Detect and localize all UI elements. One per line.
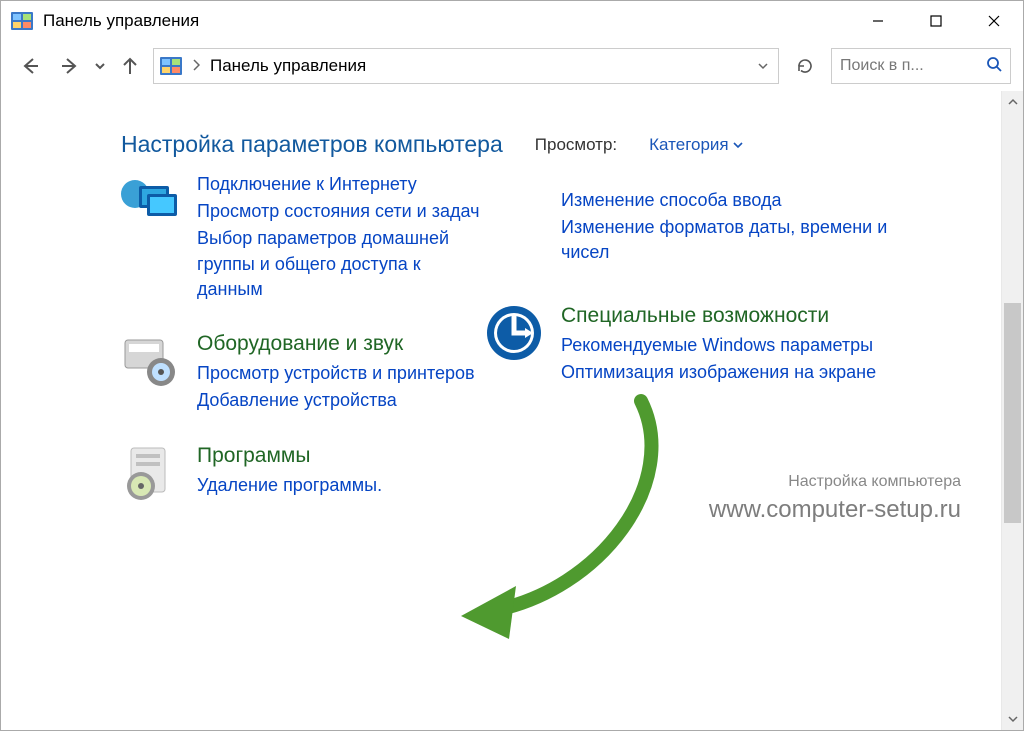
- link-change-date-formats[interactable]: Изменение форматов даты, времени и чисел: [561, 215, 891, 265]
- link-optimize-display[interactable]: Оптимизация изображения на экране: [561, 360, 891, 385]
- close-button[interactable]: [965, 1, 1023, 41]
- category-network: Подключение к Интернету Просмотр состоян…: [121, 172, 481, 304]
- maximize-button[interactable]: [907, 1, 965, 41]
- vertical-scrollbar[interactable]: [1001, 91, 1023, 730]
- link-add-device[interactable]: Добавление устройства: [197, 388, 481, 413]
- navbar: Панель управления Поиск в п...: [1, 41, 1023, 91]
- breadcrumb-icon: [160, 57, 182, 75]
- minimize-button[interactable]: [849, 1, 907, 41]
- history-dropdown-button[interactable]: [93, 49, 107, 83]
- search-input[interactable]: Поиск в п...: [831, 48, 1011, 84]
- programs-icon: [121, 444, 179, 502]
- link-network-status[interactable]: Просмотр состояния сети и задач: [197, 199, 481, 224]
- breadcrumb[interactable]: Панель управления: [153, 48, 779, 84]
- forward-button[interactable]: [53, 49, 87, 83]
- view-dropdown[interactable]: Категория: [649, 135, 742, 155]
- scroll-down-button[interactable]: [1002, 708, 1024, 730]
- scroll-track[interactable]: [1002, 113, 1023, 708]
- back-button[interactable]: [13, 49, 47, 83]
- scroll-up-button[interactable]: [1002, 91, 1024, 113]
- scroll-thumb[interactable]: [1004, 303, 1021, 523]
- category-hardware-title[interactable]: Оборудование и звук: [197, 330, 481, 357]
- search-placeholder: Поиск в п...: [840, 57, 924, 75]
- link-homegroup-sharing[interactable]: Выбор параметров домашней группы и общег…: [197, 226, 481, 302]
- top-links-group: Изменение способа ввода Изменение формат…: [561, 188, 891, 266]
- window-controls: [849, 1, 1023, 41]
- category-hardware: Оборудование и звук Просмотр устройств и…: [121, 330, 481, 416]
- link-connect-internet[interactable]: Подключение к Интернету: [197, 172, 481, 197]
- category-ease-of-access: Специальные возможности Рекомендуемые Wi…: [485, 302, 891, 388]
- window-title: Панель управления: [43, 11, 199, 31]
- category-ease-title[interactable]: Специальные возможности: [561, 302, 891, 329]
- search-icon: [986, 56, 1002, 77]
- link-change-input-method[interactable]: Изменение способа ввода: [561, 188, 891, 213]
- breadcrumb-dropdown-button[interactable]: [754, 57, 772, 75]
- content-area: Настройка параметров компьютера Просмотр…: [1, 91, 1023, 730]
- content-header: Настройка параметров компьютера Просмотр…: [121, 131, 977, 158]
- hardware-icon: [121, 332, 179, 390]
- network-icon: [121, 174, 179, 232]
- view-label: Просмотр:: [535, 135, 617, 155]
- category-programs-title[interactable]: Программы: [197, 442, 481, 469]
- right-column: Изменение способа ввода Изменение формат…: [561, 188, 891, 528]
- chevron-right-icon: [192, 59, 200, 74]
- category-programs: Программы Удаление программы.: [121, 442, 481, 502]
- control-panel-icon: [11, 12, 33, 30]
- refresh-button[interactable]: [785, 48, 825, 84]
- breadcrumb-text[interactable]: Панель управления: [210, 56, 366, 76]
- left-column: Подключение к Интернету Просмотр состоян…: [121, 188, 481, 528]
- link-recommended-settings[interactable]: Рекомендуемые Windows параметры: [561, 333, 891, 358]
- link-view-devices[interactable]: Просмотр устройств и принтеров: [197, 361, 481, 386]
- up-button[interactable]: [113, 49, 147, 83]
- titlebar: Панель управления: [1, 1, 1023, 41]
- ease-of-access-icon: [485, 304, 543, 362]
- page-title: Настройка параметров компьютера: [121, 131, 503, 158]
- view-value-text: Категория: [649, 135, 728, 155]
- link-uninstall-program[interactable]: Удаление программы.: [197, 473, 481, 498]
